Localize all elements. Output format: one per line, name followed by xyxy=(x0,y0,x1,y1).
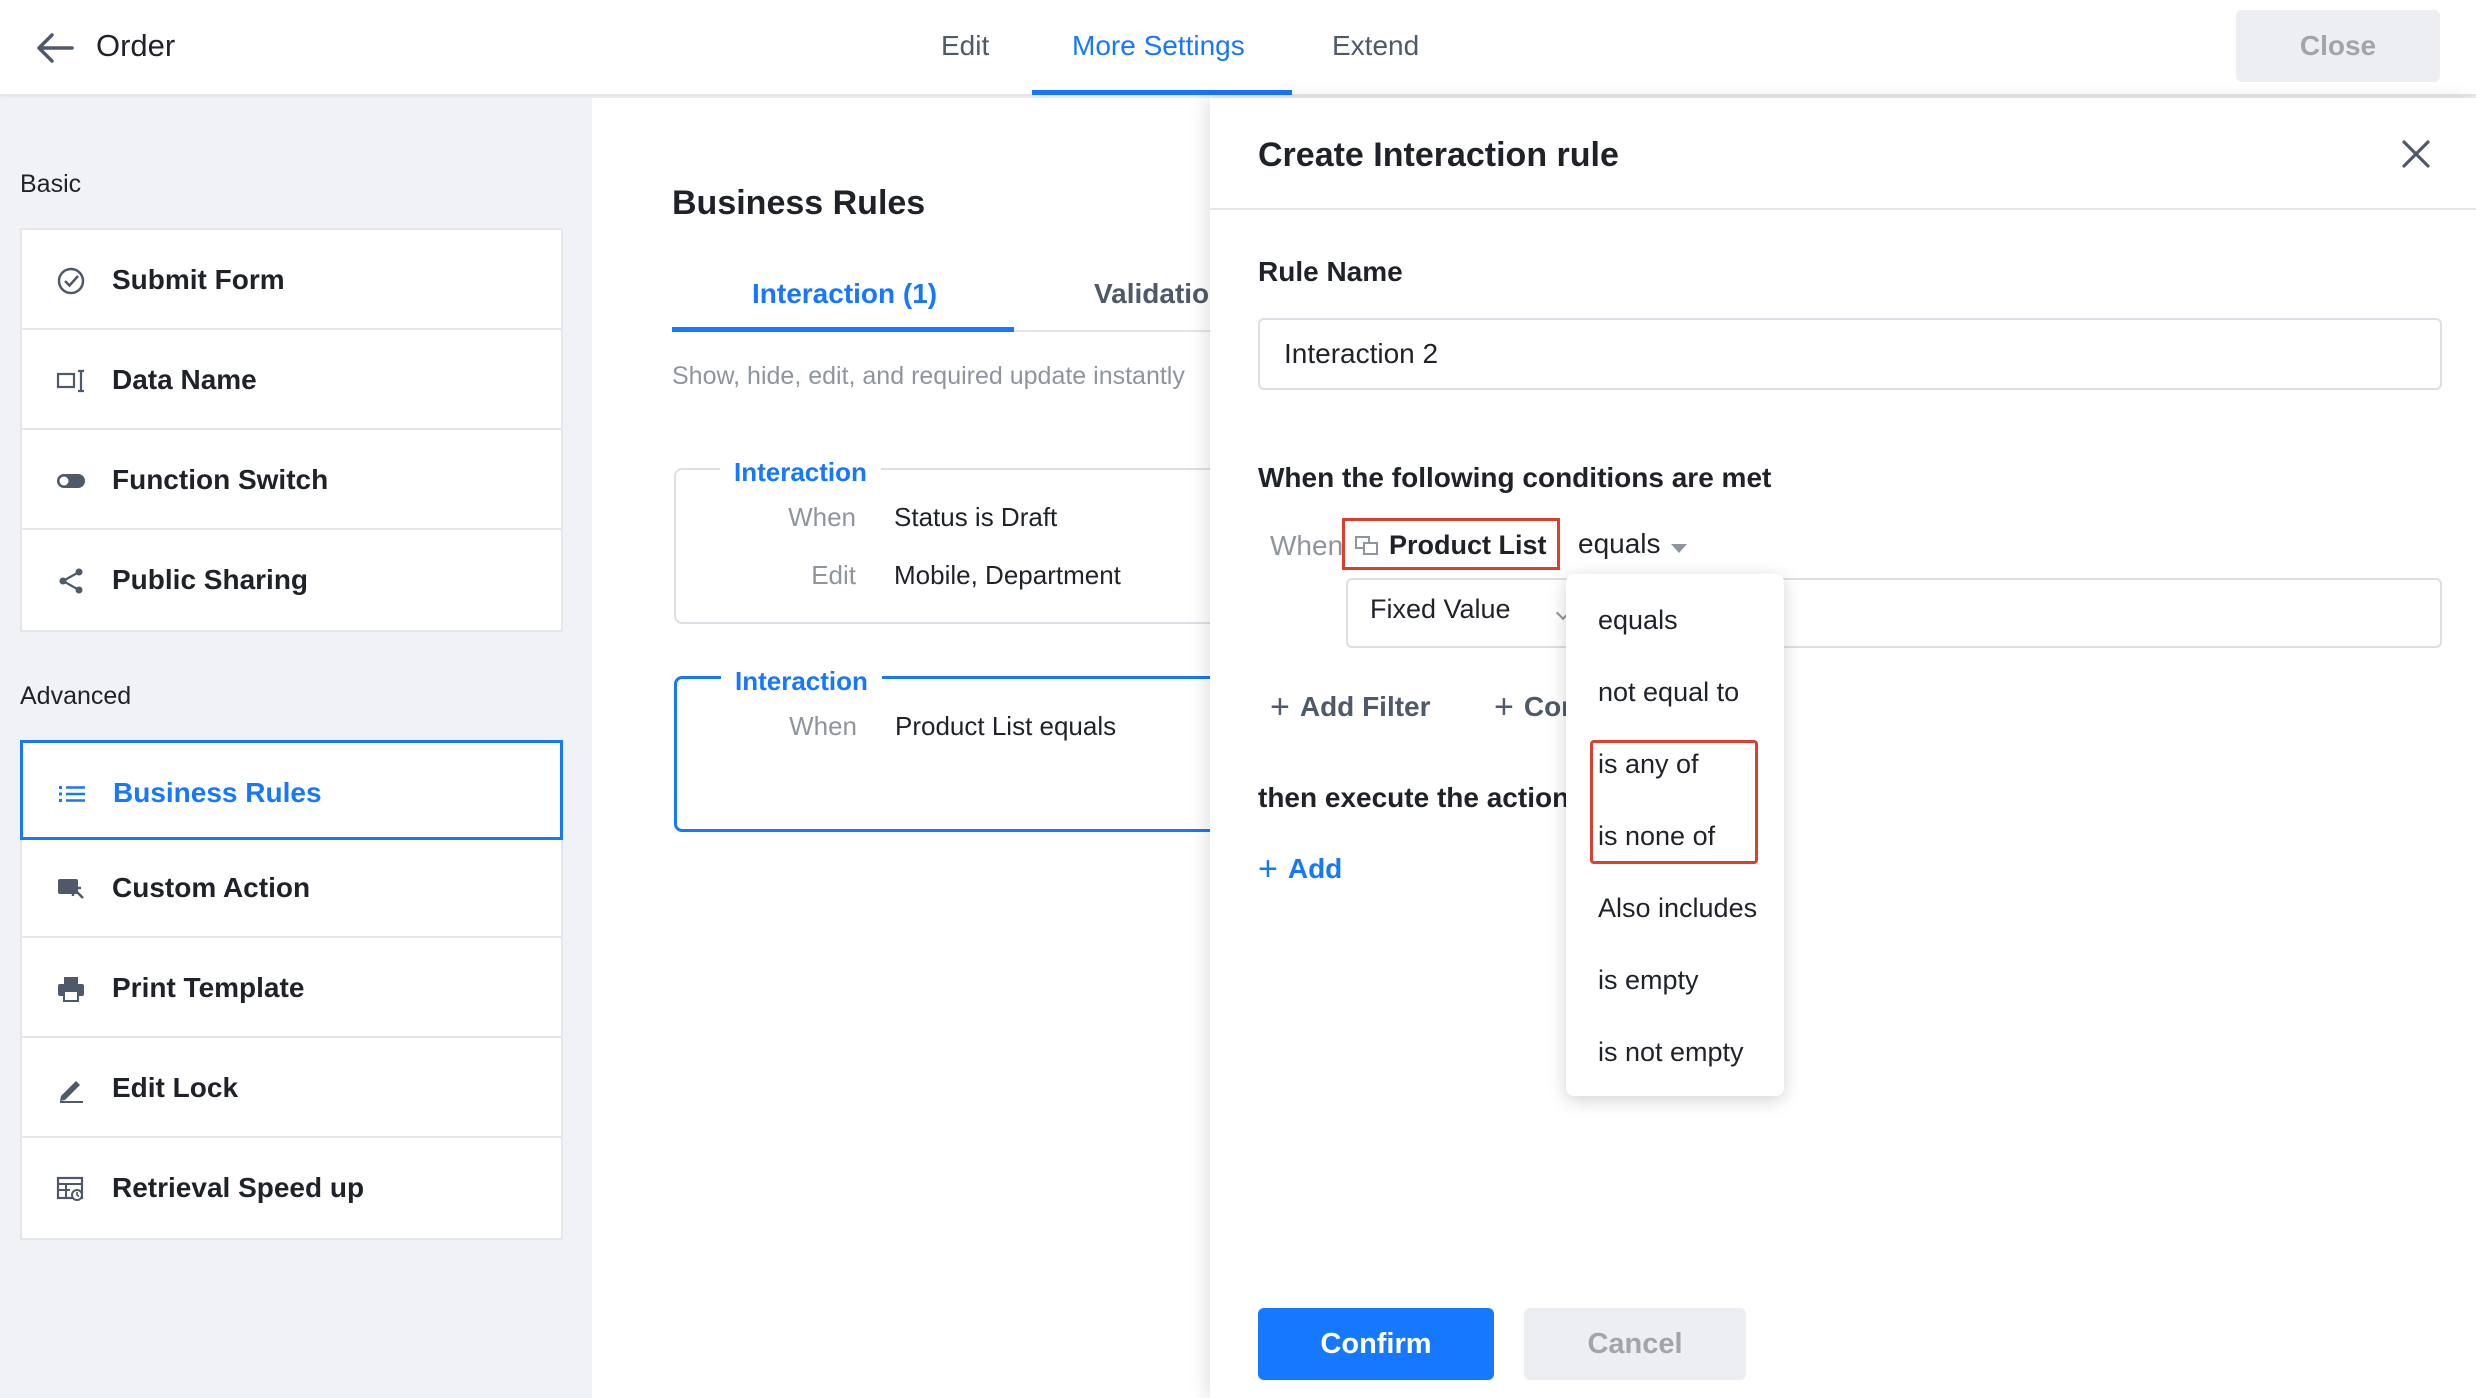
option-is-not-empty[interactable]: is not empty xyxy=(1566,1016,1784,1088)
condition-field-chip[interactable]: Product List xyxy=(1342,518,1560,570)
basic-section-label: Basic xyxy=(20,170,82,198)
value-type-label: Fixed Value xyxy=(1370,594,1511,624)
active-tab-indicator xyxy=(1032,90,1292,95)
business-rules-panel: Business Rules Interaction (1) Validatio… xyxy=(592,98,1212,1398)
condition-value-row: Fixed Value xyxy=(1346,578,2442,648)
active-tab-indicator xyxy=(672,327,1014,332)
tab-interaction[interactable]: Interaction (1) xyxy=(752,274,937,314)
list-icon xyxy=(57,779,87,809)
sidebar-item-submit-form[interactable]: Submit Form xyxy=(22,230,561,330)
sidebar-item-label: Custom Action xyxy=(112,872,311,903)
check-circle-icon xyxy=(56,266,86,296)
operator-value: equals xyxy=(1578,528,1661,559)
row-value: Mobile, Department xyxy=(894,560,1121,590)
option-is-empty[interactable]: is empty xyxy=(1566,944,1784,1016)
close-icon[interactable] xyxy=(2396,134,2436,174)
sidebar-item-function-switch[interactable]: Function Switch xyxy=(22,430,561,530)
actions-label: then execute the action xyxy=(1258,782,1570,813)
sidebar-item-data-name[interactable]: Data Name xyxy=(22,330,561,430)
printer-icon xyxy=(56,974,86,1004)
pen-icon xyxy=(56,1074,86,1104)
interaction-card[interactable]: Interaction When Status is Draft Edit Mo… xyxy=(674,456,1212,624)
sidebar-item-label: Function Switch xyxy=(112,464,329,495)
plus-icon: + xyxy=(1494,688,1514,726)
condition-field-label: Product List xyxy=(1389,530,1547,560)
speed-table-icon xyxy=(56,1174,86,1204)
create-rule-drawer: Create Interaction rule Rule Name When t… xyxy=(1210,98,2476,1398)
add-action-button[interactable]: + Add xyxy=(1258,850,1342,889)
sidebar-item-label: Submit Form xyxy=(112,264,285,295)
sidebar-item-custom-action[interactable]: Custom Action xyxy=(22,838,561,938)
plus-icon: + xyxy=(1270,688,1290,726)
back-arrow-icon[interactable] xyxy=(32,26,80,70)
cancel-button[interactable]: Cancel xyxy=(1524,1308,1746,1380)
operator-select[interactable]: equals xyxy=(1578,528,1687,568)
row-key: When xyxy=(788,502,856,532)
sidebar-item-label: Retrieval Speed up xyxy=(112,1172,365,1203)
value-type-select[interactable]: Fixed Value xyxy=(1348,580,1580,646)
option-also-includes[interactable]: Also includes xyxy=(1566,872,1784,944)
interaction-card-title: Interaction xyxy=(721,665,882,697)
rule-name-label: Rule Name xyxy=(1258,256,1403,287)
toggle-icon xyxy=(56,466,86,496)
sidebar-item-label: Edit Lock xyxy=(112,1072,239,1103)
operator-dropdown-menu: equals not equal to is any of is none of… xyxy=(1566,574,1784,1096)
caret-down-icon xyxy=(1670,544,1687,554)
conditions-label: When the following conditions are met xyxy=(1258,462,1772,493)
add-filter-button[interactable]: + Add Filter xyxy=(1270,688,1431,727)
rule-name-input[interactable] xyxy=(1258,318,2442,390)
sidebar-item-retrieval-speed-up[interactable]: Retrieval Speed up xyxy=(22,1138,561,1238)
advanced-menu-group: Business Rules Custom Action Print Templ… xyxy=(20,740,563,1240)
when-label: When xyxy=(1270,530,1344,561)
basic-menu-group: Submit Form Data Name Function Switch Pu… xyxy=(20,228,563,632)
settings-sidebar: Basic Submit Form Data Name Function Swi… xyxy=(0,98,592,1398)
confirm-button[interactable]: Confirm xyxy=(1258,1308,1494,1380)
app-title: Order xyxy=(96,28,176,63)
sidebar-item-label: Print Template xyxy=(112,972,305,1003)
option-is-none-of[interactable]: is none of xyxy=(1566,800,1784,872)
plus-icon: + xyxy=(1258,850,1278,888)
option-equals[interactable]: equals xyxy=(1566,584,1784,656)
interaction-card-selected[interactable]: Interaction When Product List equals xyxy=(674,665,1212,832)
add-action-label: Add xyxy=(1287,853,1343,884)
close-button[interactable]: Close xyxy=(2236,10,2440,82)
custom-action-icon xyxy=(56,874,86,904)
sidebar-item-label: Public Sharing xyxy=(112,564,309,595)
tab-more-settings[interactable]: More Settings xyxy=(1072,26,1245,66)
option-not-equal-to[interactable]: not equal to xyxy=(1566,656,1784,728)
sidebar-item-label: Business Rules xyxy=(113,777,322,808)
tab-edit[interactable]: Edit xyxy=(941,26,989,66)
sidebar-item-public-sharing[interactable]: Public Sharing xyxy=(22,530,561,630)
data-name-icon xyxy=(56,366,86,396)
top-header: Order Edit More Settings Extend Close xyxy=(0,0,2476,96)
tab-extend[interactable]: Extend xyxy=(1332,26,1419,66)
sidebar-item-business-rules[interactable]: Business Rules xyxy=(20,740,563,840)
row-value: Product List equals xyxy=(895,711,1117,741)
sidebar-item-label: Data Name xyxy=(112,364,257,395)
sidebar-item-print-template[interactable]: Print Template xyxy=(22,938,561,1038)
row-value: Status is Draft xyxy=(894,502,1058,532)
page-title: Business Rules xyxy=(672,184,926,222)
subform-icon xyxy=(1355,535,1379,557)
share-icon xyxy=(56,566,86,596)
tab-description: Show, hide, edit, and required update in… xyxy=(672,362,1185,390)
advanced-section-label: Advanced xyxy=(20,682,132,710)
row-key: When xyxy=(789,711,857,741)
interaction-card-title: Interaction xyxy=(720,456,881,488)
drawer-title: Create Interaction rule xyxy=(1258,136,1619,174)
drawer-header: Create Interaction rule xyxy=(1210,98,2476,210)
row-key: Edit xyxy=(811,560,856,590)
option-is-any-of[interactable]: is any of xyxy=(1566,728,1784,800)
sidebar-item-edit-lock[interactable]: Edit Lock xyxy=(22,1038,561,1138)
tab-validation[interactable]: Validation xyxy=(1094,274,1212,314)
add-filter-label: Add Filter xyxy=(1299,691,1431,722)
